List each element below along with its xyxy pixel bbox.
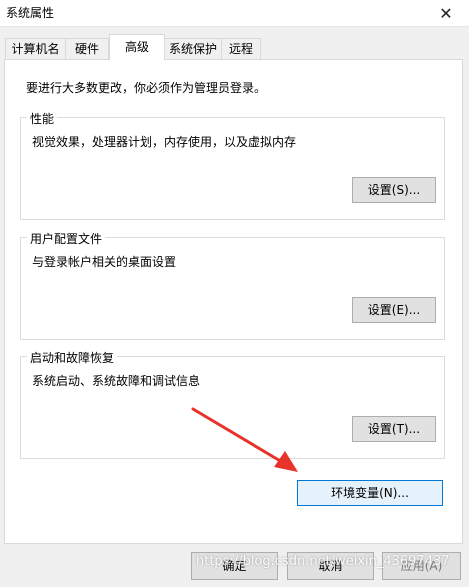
tab-advanced[interactable]: 高级 <box>109 34 165 60</box>
close-icon[interactable]: ✕ <box>423 0 469 26</box>
user-profiles-group: 用户配置文件 与登录帐户相关的桌面设置 设置(E)... <box>20 230 445 340</box>
tab-computer-name[interactable]: 计算机名 <box>5 38 66 59</box>
environment-variables-button[interactable]: 环境变量(N)... <box>297 480 443 506</box>
title-bar: 系统属性 ✕ <box>0 0 469 27</box>
performance-group: 性能 视觉效果，处理器计划，内存使用，以及虚拟内存 设置(S)... <box>20 110 445 220</box>
admin-note: 要进行大多数更改，你必须作为管理员登录。 <box>26 81 267 95</box>
advanced-panel: 要进行大多数更改，你必须作为管理员登录。 性能 视觉效果，处理器计划，内存使用，… <box>4 59 463 544</box>
user-profiles-desc: 与登录帐户相关的桌面设置 <box>32 255 177 269</box>
startup-recovery-group: 启动和故障恢复 系统启动、系统故障和调试信息 设置(T)... <box>20 349 445 459</box>
performance-settings-button[interactable]: 设置(S)... <box>352 177 436 203</box>
startup-recovery-title: 启动和故障恢复 <box>27 349 118 366</box>
performance-desc: 视觉效果，处理器计划，内存使用，以及虚拟内存 <box>32 135 297 149</box>
startup-recovery-desc: 系统启动、系统故障和调试信息 <box>32 374 201 388</box>
tab-hardware[interactable]: 硬件 <box>65 38 109 59</box>
window-title: 系统属性 <box>6 6 55 20</box>
user-profiles-title: 用户配置文件 <box>27 230 106 247</box>
watermark: https://blog.csdn.net/weixin_43697437 <box>196 554 450 569</box>
startup-recovery-settings-button[interactable]: 设置(T)... <box>352 416 436 442</box>
user-profiles-settings-button[interactable]: 设置(E)... <box>352 297 436 323</box>
tab-system-protection[interactable]: 系统保护 <box>164 38 222 59</box>
performance-title: 性能 <box>27 110 58 127</box>
tab-remote[interactable]: 远程 <box>221 38 261 59</box>
